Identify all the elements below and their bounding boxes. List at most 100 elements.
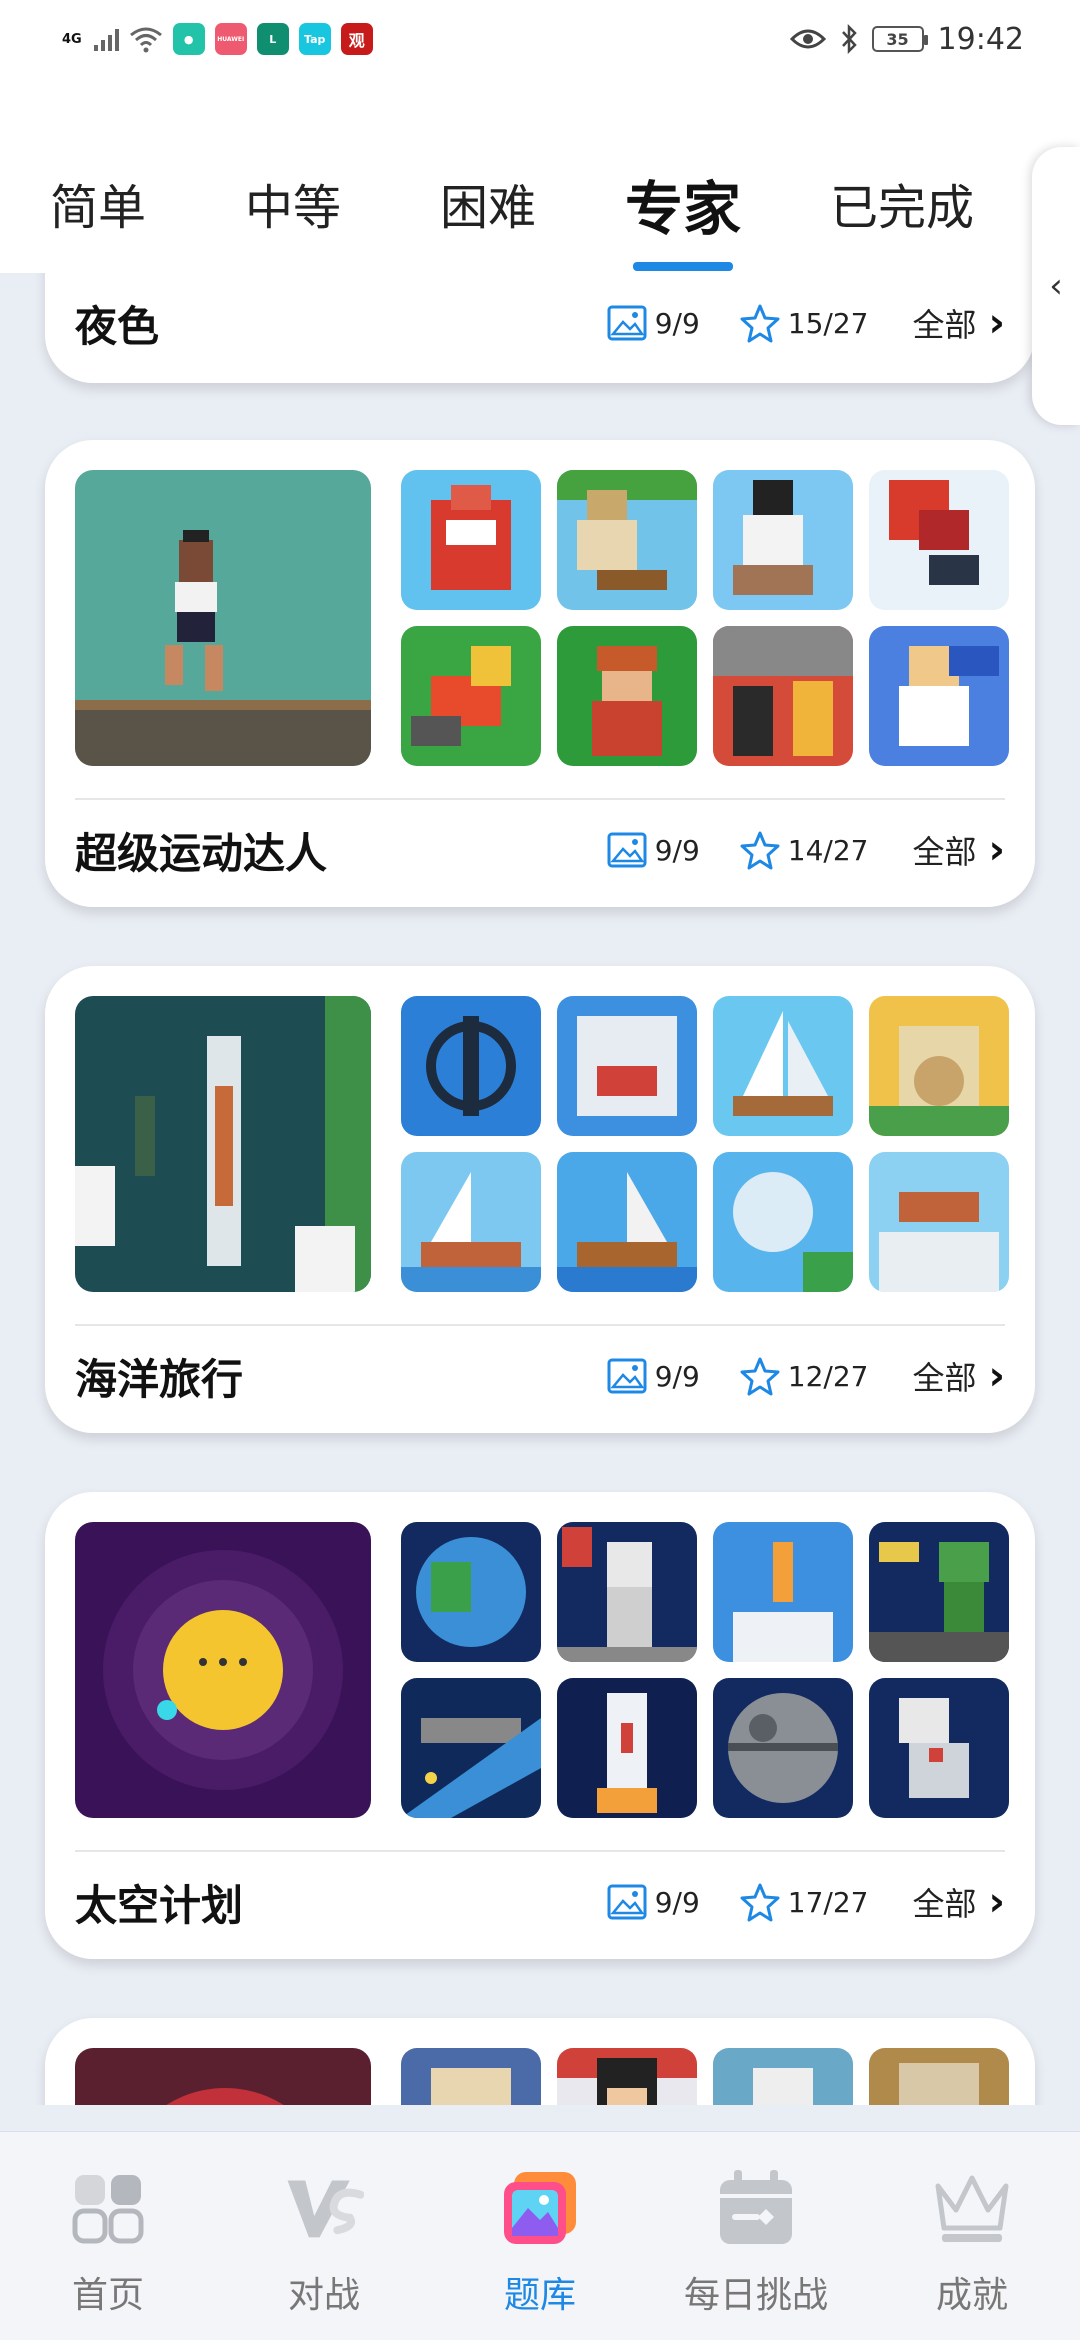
nav-home[interactable]: 首页 [8,2168,208,2340]
star-count-value: 17/27 [787,1885,869,1919]
image-count: 9/9 [607,1884,700,1920]
guan-app-icon: 观 [340,23,373,55]
puzzle-thumbnail[interactable] [557,996,697,1136]
chevron-right-icon: › [988,1879,1005,1925]
puzzle-thumbnail[interactable] [401,1152,541,1292]
nav-library[interactable]: 题库 [440,2168,640,2340]
view-all-label: 全部 [912,306,977,344]
tab-expert[interactable]: 专家 [625,162,741,246]
puzzle-thumbnail[interactable] [713,626,853,766]
puzzle-thumbnail[interactable] [713,996,853,1136]
chevron-right-icon: › [988,827,1005,873]
puzzle-thumbnail[interactable] [401,1678,541,1818]
tab-hard[interactable]: 困难 [440,168,536,238]
vs-icon [284,2168,364,2248]
pack-card-ocean[interactable]: 海洋旅行 9/9 12/27 全部 › [45,966,1035,1433]
eye-icon [789,29,826,49]
pack-card-space[interactable]: 太空计划 9/9 17/27 全部 › [45,1492,1035,1959]
view-all-label: 全部 [912,1885,977,1923]
image-count-value: 9/9 [654,1885,700,1919]
pack-cover-image[interactable] [75,1522,371,1818]
puzzle-thumbnail[interactable] [557,626,697,766]
app-notification-icon: ● [172,23,205,55]
pack-cover-image[interactable] [75,2048,371,2105]
image-icon [607,1358,647,1394]
card-footer: 夜色 9/9 15/27 全部 › [75,273,1005,373]
nav-battle[interactable]: 对战 [224,2168,424,2340]
star-icon [740,831,780,870]
puzzle-thumbnail[interactable] [713,1678,853,1818]
chevron-right-icon: › [988,1353,1005,1399]
nav-label: 成就 [935,2275,1008,2316]
home-grid-icon [68,2168,148,2248]
tab-completed[interactable]: 已完成 [830,168,974,238]
view-all-label: 全部 [912,833,977,871]
view-all-button[interactable]: 全部 › [913,300,1006,346]
nav-label: 首页 [71,2275,144,2316]
puzzle-pack-list[interactable]: 夜色 9/9 15/27 全部 › 超级运动达人 9/9 14/27 全部 › … [0,273,1080,2105]
puzzle-thumbnail[interactable] [401,996,541,1136]
tab-medium[interactable]: 中等 [245,168,341,238]
view-all-button[interactable]: 全部 › [913,827,1006,873]
wifi-icon [129,27,162,53]
star-icon [740,1357,780,1396]
puzzle-thumbnail[interactable] [557,1522,697,1662]
puzzle-library-icon [500,2168,580,2248]
pack-cover-image[interactable] [75,996,371,1292]
network-type: 4G [62,31,82,47]
pack-card-night[interactable]: 夜色 9/9 15/27 全部 › [45,273,1035,383]
bluetooth-icon [841,24,857,54]
puzzle-thumbnail[interactable] [869,1678,1009,1818]
puzzle-thumbnail[interactable] [557,2048,697,2105]
nav-achievements[interactable]: 成就 [872,2168,1072,2340]
card-footer: 超级运动达人 9/9 14/27 全部 › [75,800,1005,900]
star-count: 14/27 [740,830,869,870]
puzzle-thumbnail[interactable] [869,996,1009,1136]
puzzle-thumbnail[interactable] [713,2048,853,2105]
puzzle-thumbnail[interactable] [557,1152,697,1292]
view-all-label: 全部 [912,1359,977,1397]
status-right: 35 19:42 [789,22,1024,57]
puzzle-thumbnail[interactable] [401,626,541,766]
image-icon [607,305,647,341]
tab-easy[interactable]: 简单 [50,168,146,238]
puzzle-thumbnail[interactable] [869,1152,1009,1292]
puzzle-thumbnail[interactable] [401,1522,541,1662]
chevron-right-icon: › [988,300,1005,346]
card-footer: 太空计划 9/9 17/27 全部 › [75,1852,1005,1952]
chevron-left-icon: ‹ [1049,266,1063,306]
battery-icon: 35 [871,26,928,52]
puzzle-thumbnail[interactable] [869,1522,1009,1662]
pack-cover-image[interactable] [75,470,371,766]
puzzle-thumbnail[interactable] [713,1522,853,1662]
puzzle-thumbnail[interactable] [557,470,697,610]
nav-label: 对战 [287,2275,360,2316]
status-bar: 4G ● HUAWEI L Tap 观 35 19:42 [0,0,1080,78]
image-count-value: 9/9 [654,1359,700,1393]
side-drawer-handle[interactable]: ‹ [1032,147,1080,425]
puzzle-thumbnail[interactable] [869,470,1009,610]
crown-icon [932,2168,1012,2248]
card-footer: 海洋旅行 9/9 12/27 全部 › [75,1326,1005,1426]
puzzle-thumbnail[interactable] [869,626,1009,766]
puzzle-thumbnail[interactable] [713,470,853,610]
view-all-button[interactable]: 全部 › [913,1353,1006,1399]
image-icon [607,1884,647,1920]
puzzle-thumbnail[interactable] [401,470,541,610]
star-count-value: 12/27 [787,1359,869,1393]
view-all-button[interactable]: 全部 › [913,1879,1006,1925]
puzzle-thumbnail[interactable] [713,1152,853,1292]
status-left: 4G ● HUAWEI L Tap 观 [62,23,373,55]
star-count-value: 15/27 [787,306,869,340]
calendar-icon [716,2168,796,2248]
pack-card-partial[interactable] [45,2018,1035,2105]
nav-daily-challenge[interactable]: 每日挑战 [656,2168,856,2340]
puzzle-thumbnail[interactable] [869,2048,1009,2105]
puzzle-thumbnail[interactable] [557,1678,697,1818]
battery-level: 35 [886,29,909,49]
pack-title: 太空计划 [75,1880,244,1930]
difficulty-tab-bar: 简单 中等 困难 专家 已完成 [0,78,1080,273]
puzzle-thumbnail[interactable] [401,2048,541,2105]
pack-card-sports[interactable]: 超级运动达人 9/9 14/27 全部 › [45,440,1035,907]
tap-app-icon: Tap [298,23,331,55]
